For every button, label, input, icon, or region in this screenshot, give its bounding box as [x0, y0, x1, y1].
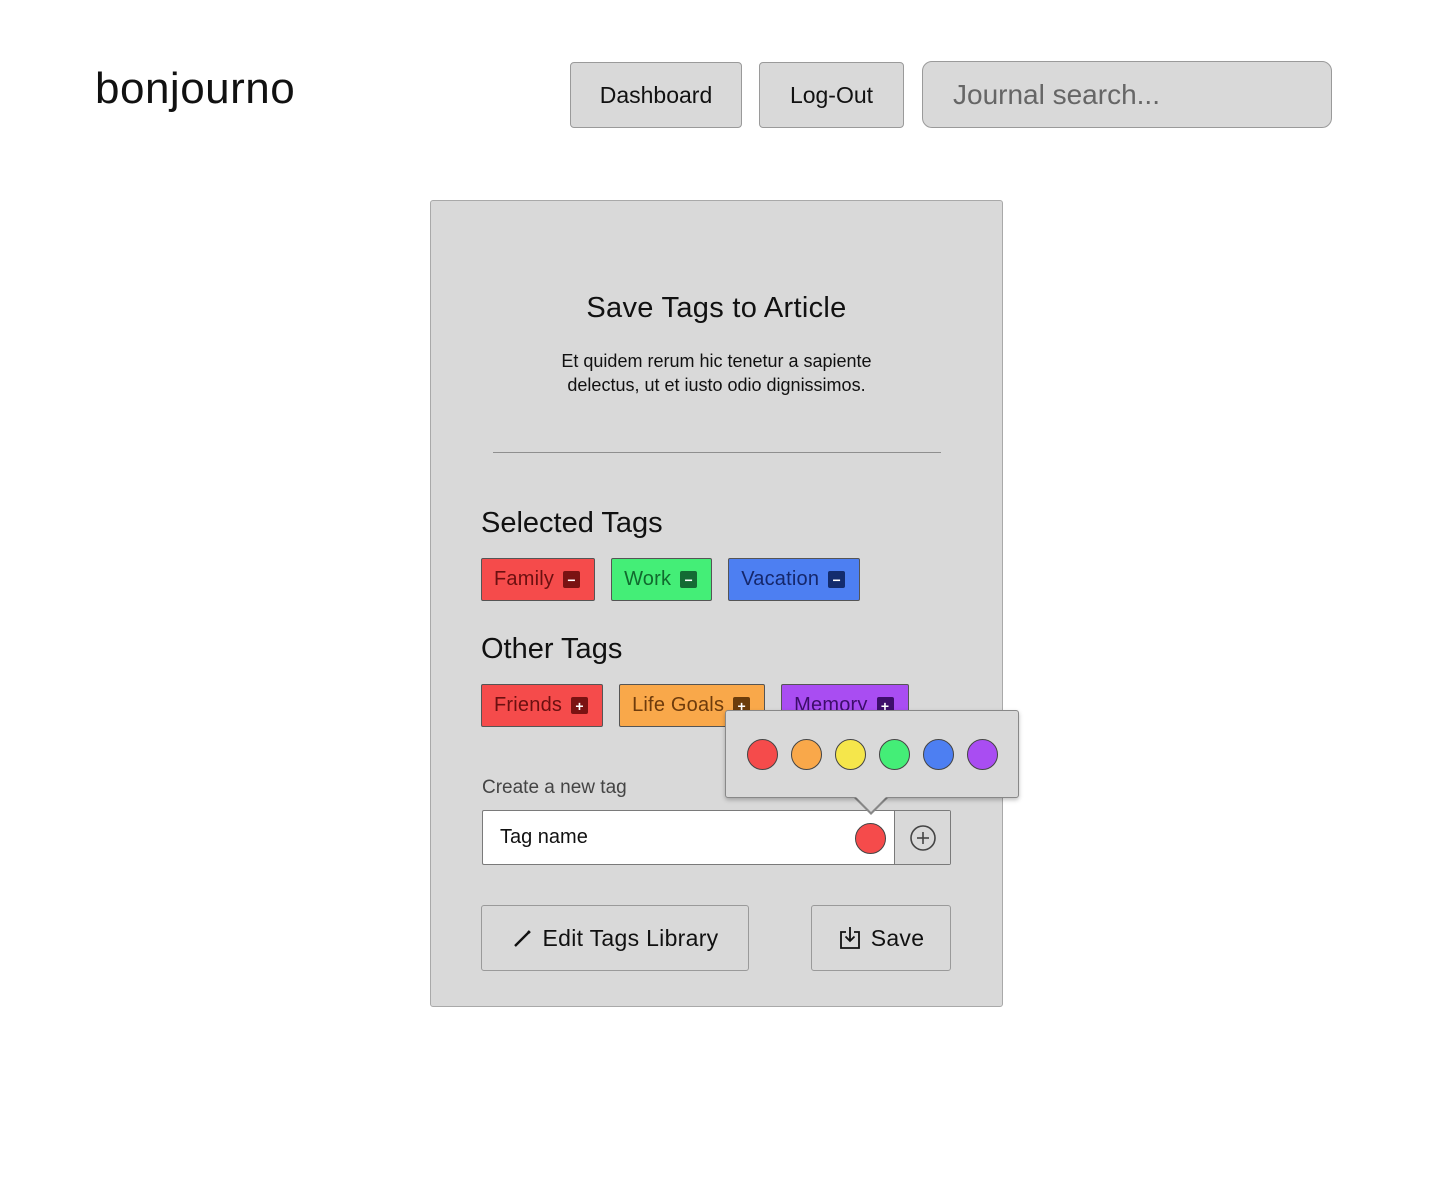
- app-logo[interactable]: bonjourno: [95, 64, 295, 114]
- minus-icon[interactable]: −: [828, 571, 846, 588]
- plus-circle-icon: [909, 824, 936, 851]
- card-description: Et quidem rerum hic tenetur a sapiente d…: [561, 351, 872, 395]
- new-tag-label: Create a new tag: [482, 777, 627, 798]
- other-tag[interactable]: Friends +: [481, 684, 604, 727]
- red-swatch[interactable]: [747, 738, 778, 770]
- tag-name-input[interactable]: [483, 811, 855, 864]
- tag-label: Life Goals: [632, 694, 725, 716]
- download-icon: [839, 927, 860, 949]
- save-label: Save: [870, 924, 925, 951]
- selected-tag[interactable]: Work −: [611, 558, 713, 601]
- dashboard-button[interactable]: Dashboard: [570, 62, 742, 128]
- green-swatch[interactable]: [879, 738, 910, 770]
- minus-icon[interactable]: −: [680, 571, 698, 588]
- other-tags-heading: Other Tags: [481, 633, 623, 665]
- tag-label: Work: [624, 568, 672, 590]
- divider: [493, 452, 941, 453]
- minus-icon[interactable]: −: [563, 571, 581, 588]
- plus-icon[interactable]: +: [571, 697, 589, 714]
- popover-arrow-fill: [855, 796, 887, 812]
- edit-tags-library-button[interactable]: Edit Tags Library: [481, 905, 749, 971]
- orange-swatch[interactable]: [791, 738, 822, 770]
- pencil-icon: [513, 930, 531, 947]
- color-picker-popover: [725, 710, 1019, 798]
- tag-color-picker-button[interactable]: [855, 823, 886, 854]
- add-tag-button[interactable]: [894, 811, 950, 864]
- selected-tag[interactable]: Family −: [481, 558, 596, 601]
- edit-tags-library-label: Edit Tags Library: [542, 924, 719, 951]
- selected-tags-heading: Selected Tags: [481, 507, 663, 539]
- yellow-swatch[interactable]: [835, 738, 866, 770]
- tag-label: Family: [494, 568, 555, 590]
- selected-tag[interactable]: Vacation −: [728, 558, 861, 601]
- journal-search-input[interactable]: [922, 61, 1332, 128]
- tag-label: Friends: [494, 694, 563, 716]
- save-tags-card: Save Tags to Article Et quidem rerum hic…: [430, 200, 1003, 1007]
- save-button[interactable]: Save: [811, 905, 951, 971]
- selected-tags-list: Family − Work − Vacation −: [481, 558, 861, 601]
- purple-swatch[interactable]: [967, 738, 998, 770]
- card-title: Save Tags to Article: [586, 292, 847, 324]
- logout-button[interactable]: Log-Out: [759, 62, 904, 128]
- new-tag-field: [482, 810, 951, 865]
- tag-label: Vacation: [741, 568, 820, 590]
- blue-swatch[interactable]: [923, 738, 954, 770]
